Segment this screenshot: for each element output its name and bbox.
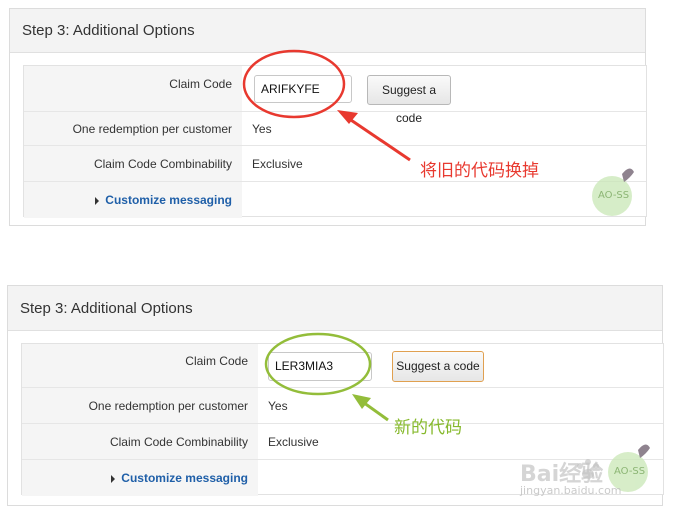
red-arrow-line: [344, 114, 411, 162]
watermark-badge-text-1: AO-SS: [598, 190, 630, 201]
watermark-badge-text-2: AO-SS: [614, 466, 646, 477]
baidu-watermark-url: jingyan.baidu.com: [520, 484, 622, 497]
green-highlight-circle: [264, 332, 372, 396]
red-annotation-text: 将旧的代码换掉: [420, 161, 539, 180]
annotation-overlay: [242, 49, 650, 492]
red-highlight-circle: [242, 49, 346, 119]
green-annotation-text: 新的代码: [394, 418, 462, 437]
